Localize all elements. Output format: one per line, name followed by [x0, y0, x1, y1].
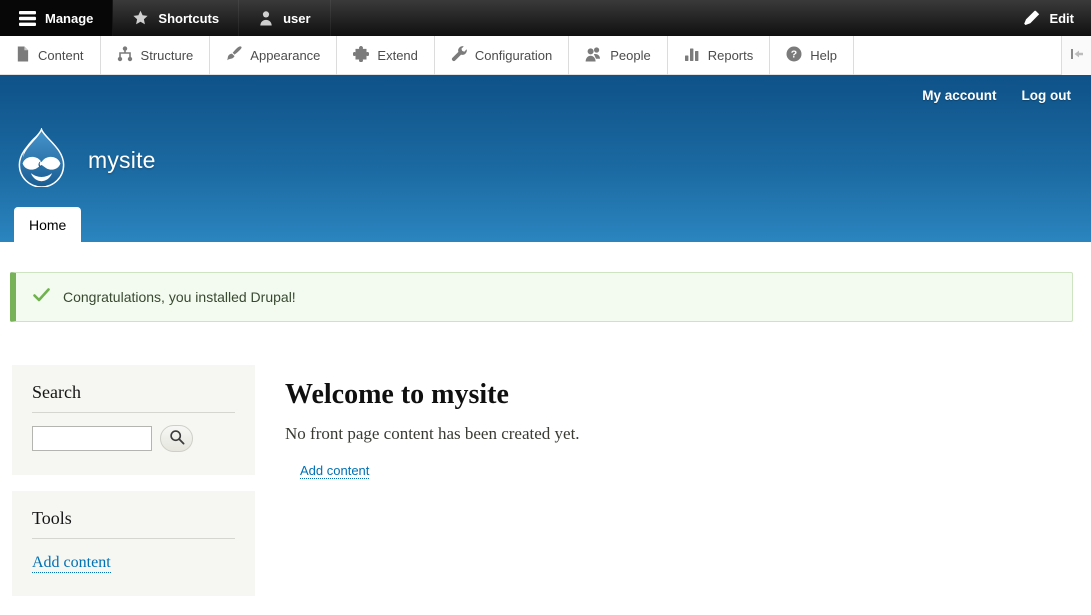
- admin-toolbar-right: Edit: [1007, 0, 1091, 36]
- search-icon: [169, 429, 185, 448]
- site-header: My account Log out mysite Home: [0, 75, 1091, 242]
- tray-item-content[interactable]: Content: [0, 36, 101, 75]
- drupal-logo[interactable]: [12, 128, 71, 192]
- secondary-menu: My account Log out: [922, 88, 1071, 103]
- bar-chart-icon: [684, 46, 700, 65]
- toolbar-orientation-toggle[interactable]: [1061, 36, 1091, 75]
- pencil-icon: [1024, 10, 1040, 26]
- search-form: [32, 425, 235, 452]
- user-tab[interactable]: user: [239, 0, 330, 36]
- tray-item-label: Appearance: [250, 48, 320, 63]
- site-name[interactable]: mysite: [88, 147, 156, 174]
- wrench-icon: [451, 46, 467, 65]
- add-content-link[interactable]: Add content: [300, 463, 369, 479]
- tray-item-help[interactable]: ? Help: [770, 36, 854, 75]
- admin-toolbar-bar: Manage Shortcuts user Edit: [0, 0, 1091, 36]
- sidebar: Search Tools Add content: [12, 365, 255, 612]
- manage-tab-label: Manage: [45, 11, 93, 26]
- main-area: Congratulations, you installed Drupal! S…: [0, 272, 1091, 612]
- status-message: Congratulations, you installed Drupal!: [10, 272, 1073, 322]
- tray-spacer: [854, 36, 1061, 75]
- manage-tab[interactable]: Manage: [0, 0, 113, 36]
- edit-button-label: Edit: [1049, 11, 1074, 26]
- search-input[interactable]: [32, 426, 152, 451]
- my-account-link[interactable]: My account: [922, 88, 996, 103]
- tab-home[interactable]: Home: [14, 207, 81, 242]
- tray-item-label: Content: [38, 48, 84, 63]
- tray-item-configuration[interactable]: Configuration: [435, 36, 569, 75]
- tray-item-appearance[interactable]: Appearance: [210, 36, 337, 75]
- tray-item-label: Configuration: [475, 48, 552, 63]
- checkmark-icon: [33, 288, 50, 307]
- svg-text:?: ?: [791, 49, 797, 61]
- main-content: Welcome to mysite No front page content …: [285, 365, 580, 612]
- primary-tabs: Home: [14, 207, 81, 242]
- search-submit-button[interactable]: [160, 425, 193, 452]
- log-out-link[interactable]: Log out: [1022, 88, 1071, 103]
- page-layout: Search Tools Add content Welcome to mysi…: [0, 365, 1091, 612]
- question-icon: ?: [786, 46, 802, 65]
- shortcuts-tab-label: Shortcuts: [158, 11, 219, 26]
- paintbrush-icon: [226, 46, 242, 65]
- shortcuts-tab[interactable]: Shortcuts: [113, 0, 239, 36]
- admin-toolbar-tray: Content Structure Appearance Extend Conf…: [0, 36, 1091, 75]
- page-title: Welcome to mysite: [285, 379, 580, 411]
- star-icon: [132, 10, 149, 26]
- person-icon: [258, 10, 274, 26]
- status-message-text: Congratulations, you installed Drupal!: [63, 289, 296, 305]
- document-icon: [15, 46, 30, 65]
- admin-toolbar-left: Manage Shortcuts user: [0, 0, 331, 36]
- tray-item-reports[interactable]: Reports: [668, 36, 771, 75]
- tray-item-label: Help: [810, 48, 837, 63]
- puzzle-icon: [353, 46, 369, 65]
- site-branding: mysite: [12, 128, 156, 192]
- hamburger-icon: [19, 11, 36, 26]
- vertical-orientation-icon: [1069, 47, 1084, 64]
- tools-block-title: Tools: [32, 508, 235, 539]
- empty-frontpage-text: No front page content has been created y…: [285, 424, 580, 444]
- search-block: Search: [12, 365, 255, 475]
- tools-add-content-link[interactable]: Add content: [32, 554, 111, 573]
- tray-item-label: Extend: [377, 48, 417, 63]
- sitemap-icon: [117, 46, 133, 65]
- tray-item-label: Structure: [141, 48, 194, 63]
- tray-item-extend[interactable]: Extend: [337, 36, 434, 75]
- tray-item-label: People: [610, 48, 650, 63]
- tools-block: Tools Add content: [12, 491, 255, 596]
- tray-item-people[interactable]: People: [569, 36, 667, 75]
- tray-item-structure[interactable]: Structure: [101, 36, 211, 75]
- user-tab-label: user: [283, 11, 310, 26]
- people-icon: [585, 46, 602, 65]
- edit-button[interactable]: Edit: [1007, 0, 1091, 36]
- search-block-title: Search: [32, 382, 235, 413]
- tray-item-label: Reports: [708, 48, 754, 63]
